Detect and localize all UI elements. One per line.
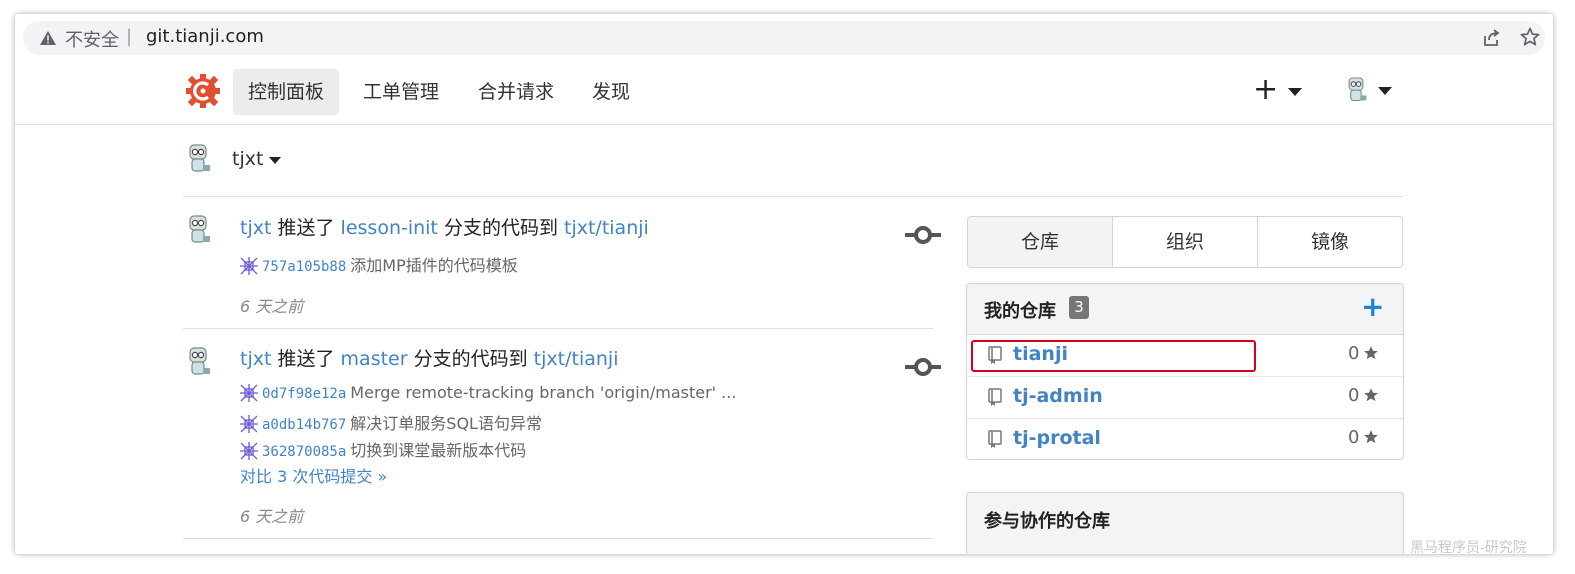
create-new-button[interactable]: + bbox=[1253, 75, 1278, 105]
repo-star-count: 0 bbox=[1348, 427, 1360, 448]
repo-name-link[interactable]: tj-admin bbox=[1013, 385, 1103, 407]
my-repos-header: 我的仓库 3 + bbox=[967, 284, 1403, 335]
create-caret-icon[interactable] bbox=[1288, 88, 1302, 96]
commit-message: 切换到课堂最新版本代码 bbox=[350, 441, 527, 460]
nav-issues[interactable]: 工单管理 bbox=[348, 69, 454, 115]
collab-repos-title: 参与协作的仓库 bbox=[984, 511, 1110, 532]
star-icon bbox=[1364, 430, 1378, 444]
collab-repos-panel: 参与协作的仓库 bbox=[966, 492, 1404, 554]
star-icon bbox=[1364, 346, 1378, 360]
browser-window: 不安全 | git.tianji.com 控制面板 工单管理 合并请求 发现 +… bbox=[15, 14, 1553, 554]
feed-mid-text: 分支的代码到 bbox=[413, 348, 528, 370]
git-commit-icon bbox=[905, 226, 941, 244]
feed-title: tjxt 推送了 master 分支的代码到 tjxt/tianji bbox=[240, 344, 618, 371]
nav-dashboard[interactable]: 控制面板 bbox=[233, 69, 340, 115]
feed-branch-link[interactable]: master bbox=[341, 348, 408, 370]
repo-name-link[interactable]: tj-protal bbox=[1013, 427, 1101, 449]
feed-avatar[interactable] bbox=[183, 346, 213, 380]
bookmark-star-icon[interactable] bbox=[1520, 27, 1540, 47]
share-icon[interactable] bbox=[1481, 28, 1501, 48]
repo-item[interactable]: tj-admin 0 bbox=[967, 377, 1403, 419]
tab-repositories[interactable]: 仓库 bbox=[968, 217, 1112, 267]
commit-message: Merge remote-tracking branch 'origin/mas… bbox=[350, 383, 737, 402]
tab-organizations[interactable]: 组织 bbox=[1112, 217, 1257, 267]
watermark: 黑马程序员-研究院 bbox=[1410, 540, 1527, 556]
feed-divider bbox=[183, 328, 933, 329]
repo-item[interactable]: tj-protal 0 bbox=[967, 419, 1403, 459]
commit-row: 362870085a 切换到课堂最新版本代码 bbox=[240, 437, 527, 460]
star-icon bbox=[1364, 388, 1378, 402]
nav-pull-requests[interactable]: 合并请求 bbox=[463, 69, 569, 115]
repo-icon bbox=[988, 388, 1002, 406]
commit-avatar-icon bbox=[240, 442, 258, 460]
commit-avatar-icon bbox=[240, 415, 258, 433]
top-navbar: 控制面板 工单管理 合并请求 发现 + bbox=[15, 60, 1553, 125]
repo-star-count: 0 bbox=[1348, 343, 1360, 364]
commit-message: 添加MP插件的代码模板 bbox=[350, 256, 518, 275]
feed-repo-link[interactable]: tjxt/tianji bbox=[534, 348, 619, 370]
commit-sha-link[interactable]: a0db14b767 bbox=[262, 417, 346, 433]
nav-explore[interactable]: 发现 bbox=[577, 69, 645, 115]
feed-time: 6 天之前 bbox=[240, 297, 304, 316]
security-label[interactable]: 不安全 bbox=[65, 26, 119, 52]
commit-sha-link[interactable]: 757a105b88 bbox=[262, 259, 346, 275]
feed-user-link[interactable]: tjxt bbox=[240, 348, 271, 370]
context-user-name[interactable]: tjxt bbox=[232, 148, 263, 170]
repo-tabs: 仓库 组织 镜像 bbox=[967, 216, 1403, 268]
commit-message: 解决订单服务SQL语句异常 bbox=[350, 414, 542, 433]
divider bbox=[183, 196, 1403, 197]
repo-star-count: 0 bbox=[1348, 385, 1360, 406]
warning-icon[interactable] bbox=[40, 31, 56, 45]
address-bar[interactable]: 不安全 | git.tianji.com bbox=[23, 21, 1545, 55]
repo-count-badge: 3 bbox=[1069, 296, 1089, 319]
gitea-logo-icon[interactable] bbox=[186, 74, 220, 108]
commit-row: 757a105b88 添加MP插件的代码模板 bbox=[240, 252, 518, 275]
commit-avatar-icon bbox=[240, 257, 258, 275]
user-menu-caret-icon[interactable] bbox=[1378, 87, 1392, 95]
feed-repo-link[interactable]: tjxt/tianji bbox=[564, 217, 649, 239]
compare-commits-link[interactable]: 对比 3 次代码提交 » bbox=[240, 463, 387, 487]
repo-icon bbox=[988, 430, 1002, 448]
feed-action: 推送了 bbox=[277, 217, 335, 239]
feed-title: tjxt 推送了 lesson-init 分支的代码到 tjxt/tianji bbox=[240, 213, 649, 240]
context-caret-icon[interactable] bbox=[269, 157, 281, 164]
feed-user-link[interactable]: tjxt bbox=[240, 217, 271, 239]
commit-sha-link[interactable]: 362870085a bbox=[262, 444, 346, 460]
user-avatar[interactable] bbox=[1343, 76, 1369, 106]
feed-action: 推送了 bbox=[277, 348, 335, 370]
commit-row: a0db14b767 解决订单服务SQL语句异常 bbox=[240, 410, 542, 433]
feed-mid-text: 分支的代码到 bbox=[443, 217, 558, 239]
tab-mirrors[interactable]: 镜像 bbox=[1257, 217, 1402, 267]
commit-avatar-icon bbox=[240, 384, 258, 402]
commit-row: 0d7f98e12a Merge remote-tracking branch '… bbox=[240, 383, 736, 405]
feed-divider bbox=[183, 538, 933, 539]
url-text[interactable]: git.tianji.com bbox=[146, 26, 264, 47]
highlight-box bbox=[971, 340, 1256, 372]
address-separator: | bbox=[126, 26, 133, 47]
feed-time: 6 天之前 bbox=[240, 507, 304, 526]
add-repo-button[interactable]: + bbox=[1361, 293, 1384, 321]
commit-sha-link[interactable]: 0d7f98e12a bbox=[262, 386, 346, 402]
feed-avatar[interactable] bbox=[183, 214, 213, 248]
git-commit-icon bbox=[905, 358, 941, 376]
context-user-avatar[interactable] bbox=[183, 143, 213, 177]
feed-branch-link[interactable]: lesson-init bbox=[341, 217, 438, 239]
my-repos-title: 我的仓库 bbox=[984, 301, 1056, 322]
